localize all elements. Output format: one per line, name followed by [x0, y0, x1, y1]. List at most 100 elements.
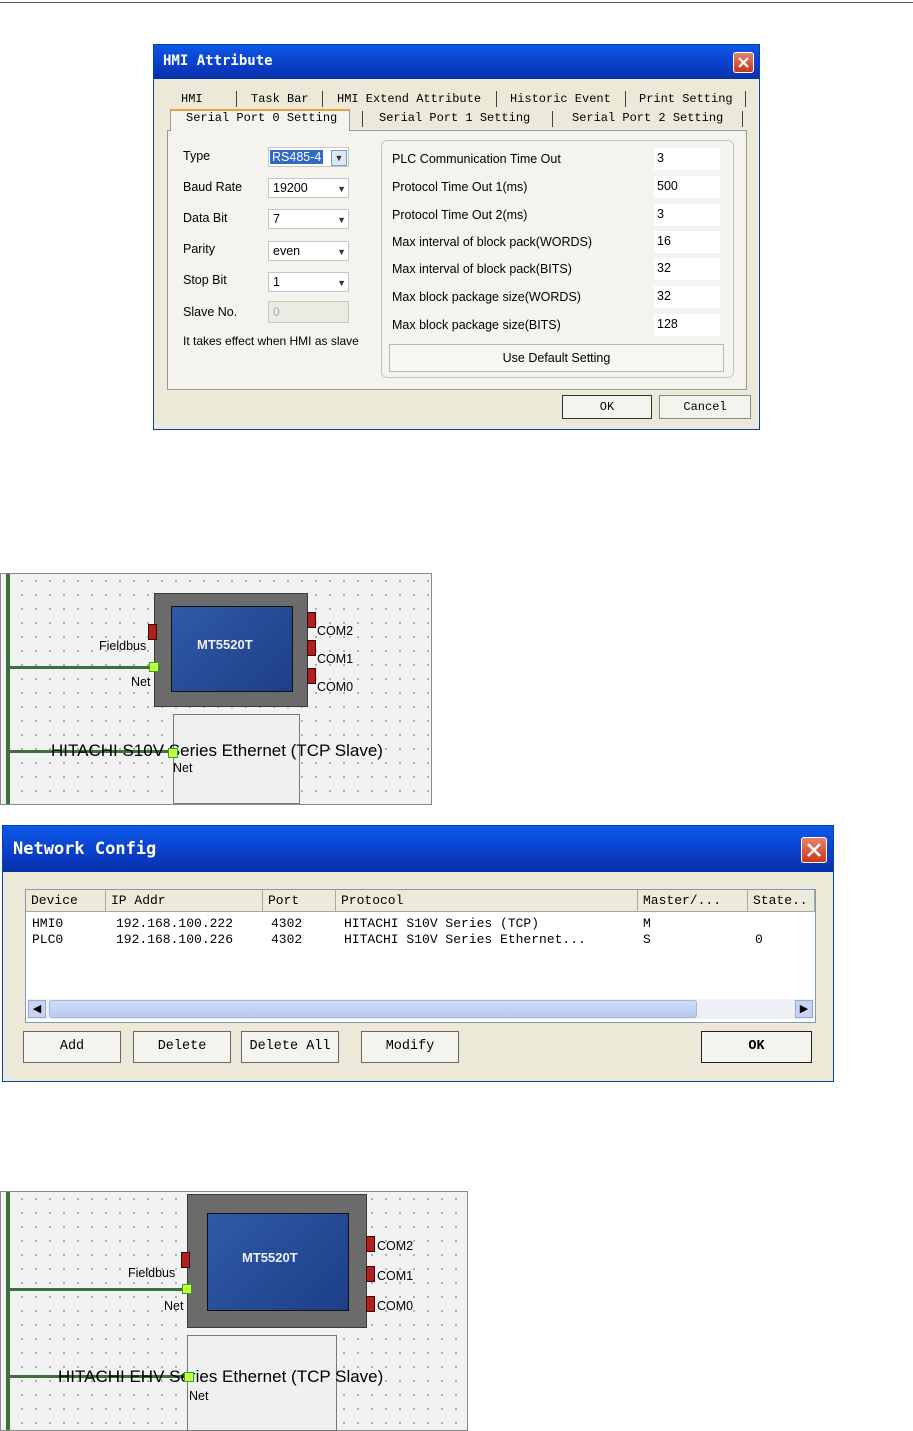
- param-input[interactable]: 16: [654, 231, 720, 253]
- com0-label: COM0: [317, 680, 354, 694]
- hmi-screen: MT5520T: [171, 606, 293, 692]
- baud-rate-value: 19200: [273, 181, 308, 195]
- param-input[interactable]: 32: [654, 258, 720, 280]
- com2-port-icon[interactable]: [307, 612, 316, 628]
- param-input[interactable]: 128: [654, 314, 720, 336]
- parity-value: even: [273, 244, 301, 258]
- delete-all-button[interactable]: Delete All: [241, 1031, 339, 1063]
- column-header-device[interactable]: Device: [26, 890, 106, 912]
- stop-bit-select[interactable]: 1 ▼: [268, 272, 349, 292]
- row-device[interactable]: PLC0: [32, 932, 63, 947]
- com1-label: COM1: [377, 1269, 414, 1283]
- param-input[interactable]: 3: [654, 204, 720, 226]
- row-port: 4302: [271, 916, 303, 931]
- tab-serial-port-1[interactable]: Serial Port 1 Setting: [379, 111, 530, 125]
- net-port-icon[interactable]: [182, 1284, 192, 1294]
- stop-bit-value: 1: [273, 275, 280, 289]
- plc-net-port-icon[interactable]: [168, 748, 178, 758]
- tab-task-bar[interactable]: Task Bar: [251, 92, 309, 106]
- tab-hmi-extend-attribute[interactable]: HMI Extend Attribute: [337, 92, 481, 106]
- tab-hmi[interactable]: HMI: [181, 92, 203, 106]
- use-default-setting-button[interactable]: Use Default Setting: [389, 344, 724, 372]
- hmi-device[interactable]: MT5520T: [154, 593, 308, 707]
- column-header-protocol[interactable]: Protocol: [336, 890, 638, 912]
- param-label: PLC Communication Time Out: [392, 152, 561, 166]
- param-input[interactable]: 32: [654, 286, 720, 308]
- data-bit-select[interactable]: 7 ▼: [268, 209, 349, 229]
- row-state: 0: [755, 932, 763, 947]
- column-header-ip[interactable]: IP Addr: [106, 890, 263, 912]
- plc-net-port-icon[interactable]: [184, 1372, 194, 1382]
- page-header-rule: [0, 2, 913, 3]
- cancel-button[interactable]: Cancel: [659, 395, 751, 419]
- com0-port-icon[interactable]: [307, 668, 316, 684]
- row-master: S: [643, 932, 651, 947]
- baud-rate-select[interactable]: 19200 ▼: [268, 178, 349, 198]
- network-diagram-ehv: MT5520T Fieldbus Net COM2 COM1 COM0 HITA…: [0, 1191, 468, 1431]
- ok-button[interactable]: OK: [701, 1031, 812, 1063]
- hmi-device[interactable]: MT5520T: [187, 1194, 367, 1328]
- chevron-down-icon: ▼: [337, 247, 346, 257]
- tab-serial-port-2[interactable]: Serial Port 2 Setting: [572, 111, 723, 125]
- fieldbus-port-icon[interactable]: [148, 624, 157, 640]
- scroll-left-icon[interactable]: ◀: [28, 1000, 46, 1018]
- close-icon: [807, 843, 821, 857]
- fieldbus-port-icon[interactable]: [181, 1252, 190, 1268]
- network-config-dialog: Network Config Device IP Addr Port Proto…: [2, 825, 834, 1082]
- row-protocol: HITACHI S10V Series Ethernet...: [344, 932, 586, 947]
- close-icon: [738, 57, 749, 68]
- stop-bit-label: Stop Bit: [183, 273, 227, 287]
- hmi-attribute-dialog: HMI Attribute HMI Task Bar HMI Extend At…: [153, 44, 760, 430]
- scroll-thumb[interactable]: [49, 1000, 697, 1018]
- slave-no-label: Slave No.: [183, 305, 238, 319]
- scroll-right-icon[interactable]: ▶: [795, 1000, 813, 1018]
- tab-historic-event[interactable]: Historic Event: [510, 92, 611, 106]
- param-input[interactable]: 3: [654, 148, 720, 170]
- close-button[interactable]: [733, 52, 754, 73]
- delete-button[interactable]: Delete: [133, 1031, 231, 1063]
- column-header-master[interactable]: Master/...: [638, 890, 748, 912]
- param-input[interactable]: 500: [654, 176, 720, 198]
- row-device[interactable]: HMI0: [32, 916, 63, 931]
- plc-device-label: HITACHI EHV Series Ethernet (TCP Slave): [58, 1367, 384, 1386]
- fieldbus-label: Fieldbus: [99, 639, 147, 653]
- data-bit-label: Data Bit: [183, 211, 228, 225]
- tab-print-setting[interactable]: Print Setting: [639, 92, 733, 106]
- net-port-icon[interactable]: [149, 662, 159, 672]
- param-label: Max interval of block pack(BITS): [392, 262, 572, 276]
- column-header-port[interactable]: Port: [263, 890, 336, 912]
- ok-button[interactable]: OK: [562, 395, 652, 419]
- com1-port-icon[interactable]: [366, 1266, 375, 1282]
- parity-select[interactable]: even ▼: [268, 241, 349, 261]
- dialog-titlebar: HMI Attribute: [154, 45, 759, 79]
- add-button[interactable]: Add: [23, 1031, 121, 1063]
- row-master: M: [643, 916, 651, 931]
- hmi-model-label: MT5520T: [242, 1250, 298, 1265]
- com1-port-icon[interactable]: [307, 640, 316, 656]
- hmi-screen: MT5520T: [207, 1213, 349, 1311]
- slave-no-value: 0: [273, 305, 280, 319]
- chevron-down-icon: ▼: [337, 278, 346, 288]
- net-label: Net: [131, 675, 151, 689]
- device-list[interactable]: Device IP Addr Port Protocol Master/... …: [25, 889, 816, 1023]
- close-button[interactable]: [801, 837, 827, 863]
- type-select[interactable]: RS485-4 ▼: [268, 147, 349, 167]
- param-label: Max block package size(WORDS): [392, 290, 581, 304]
- row-ip: 192.168.100.226: [116, 932, 234, 947]
- column-header-state[interactable]: State..: [748, 890, 815, 912]
- net-label: Net: [164, 1299, 184, 1313]
- com2-port-icon[interactable]: [366, 1236, 375, 1252]
- modify-button[interactable]: Modify: [361, 1031, 459, 1063]
- data-bit-value: 7: [273, 212, 280, 226]
- tab-serial-port-0[interactable]: Serial Port 0 Setting: [186, 111, 337, 125]
- ethernet-bus: [6, 574, 10, 804]
- dialog-titlebar: Network Config: [3, 826, 833, 872]
- com1-label: COM1: [317, 652, 354, 666]
- param-label: Protocol Time Out 2(ms): [392, 208, 528, 222]
- plc-net-label: Net: [173, 761, 193, 775]
- horizontal-scrollbar[interactable]: ◀ ▶: [27, 999, 814, 1019]
- parity-label: Parity: [183, 242, 215, 256]
- slave-no-field: 0: [268, 301, 349, 323]
- row-protocol: HITACHI S10V Series (TCP): [344, 916, 540, 931]
- com0-port-icon[interactable]: [366, 1296, 375, 1312]
